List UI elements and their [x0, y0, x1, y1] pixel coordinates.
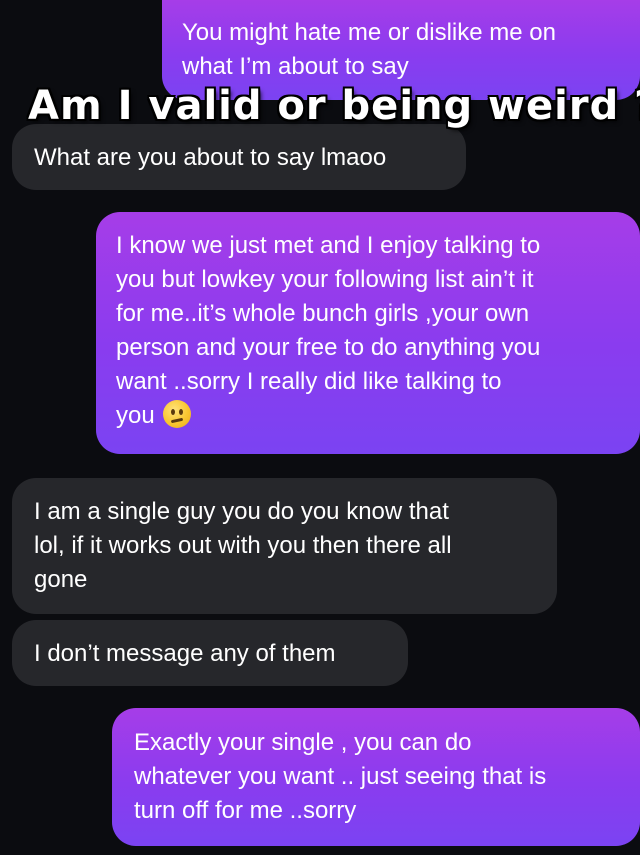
message-text-line: What are you about to say lmaoo [34, 144, 387, 171]
message-text-line: lol, if it works out with you then there… [34, 532, 452, 559]
message-text-line: person and your free to do anything you [116, 334, 541, 361]
message-text-line: for me..it’s whole bunch girls ,your own [116, 300, 530, 327]
message-text-line: whatever you want .. just seeing that is [134, 763, 547, 790]
message-text-line: I am a single guy you do you know that [34, 498, 449, 525]
message-text-line: Exactly your single , you can do [134, 729, 472, 756]
confused-face-icon [162, 400, 191, 428]
message-text-line: you but lowkey your following list ain’t… [116, 266, 534, 293]
received-message-bubble: What are you about to say lmaoo [12, 124, 466, 190]
message-text-line: I know we just met and I enjoy talking t… [116, 232, 541, 259]
message-text-line: what I’m about to say [182, 53, 409, 80]
received-message-bubble: I don’t message any of them [12, 620, 408, 686]
message-text-line: I don’t message any of them [34, 640, 336, 667]
received-message-bubble: I am a single guy you do you know that l… [12, 478, 557, 614]
overlay-caption: Am I valid or being weird ? [28, 83, 640, 129]
message-text-line: gone [34, 566, 88, 593]
message-text-line: turn off for me ..sorry [134, 797, 357, 824]
message-text: you [116, 402, 155, 429]
message-text-line: want ..sorry I really did like talking t… [116, 368, 502, 395]
sent-message-bubble: I know we just met and I enjoy talking t… [96, 212, 640, 454]
sent-message-bubble: Exactly your single , you can do whateve… [112, 708, 640, 846]
message-text-line: You might hate me or dislike me on [182, 19, 556, 46]
message-text-line-last: you [116, 399, 622, 433]
